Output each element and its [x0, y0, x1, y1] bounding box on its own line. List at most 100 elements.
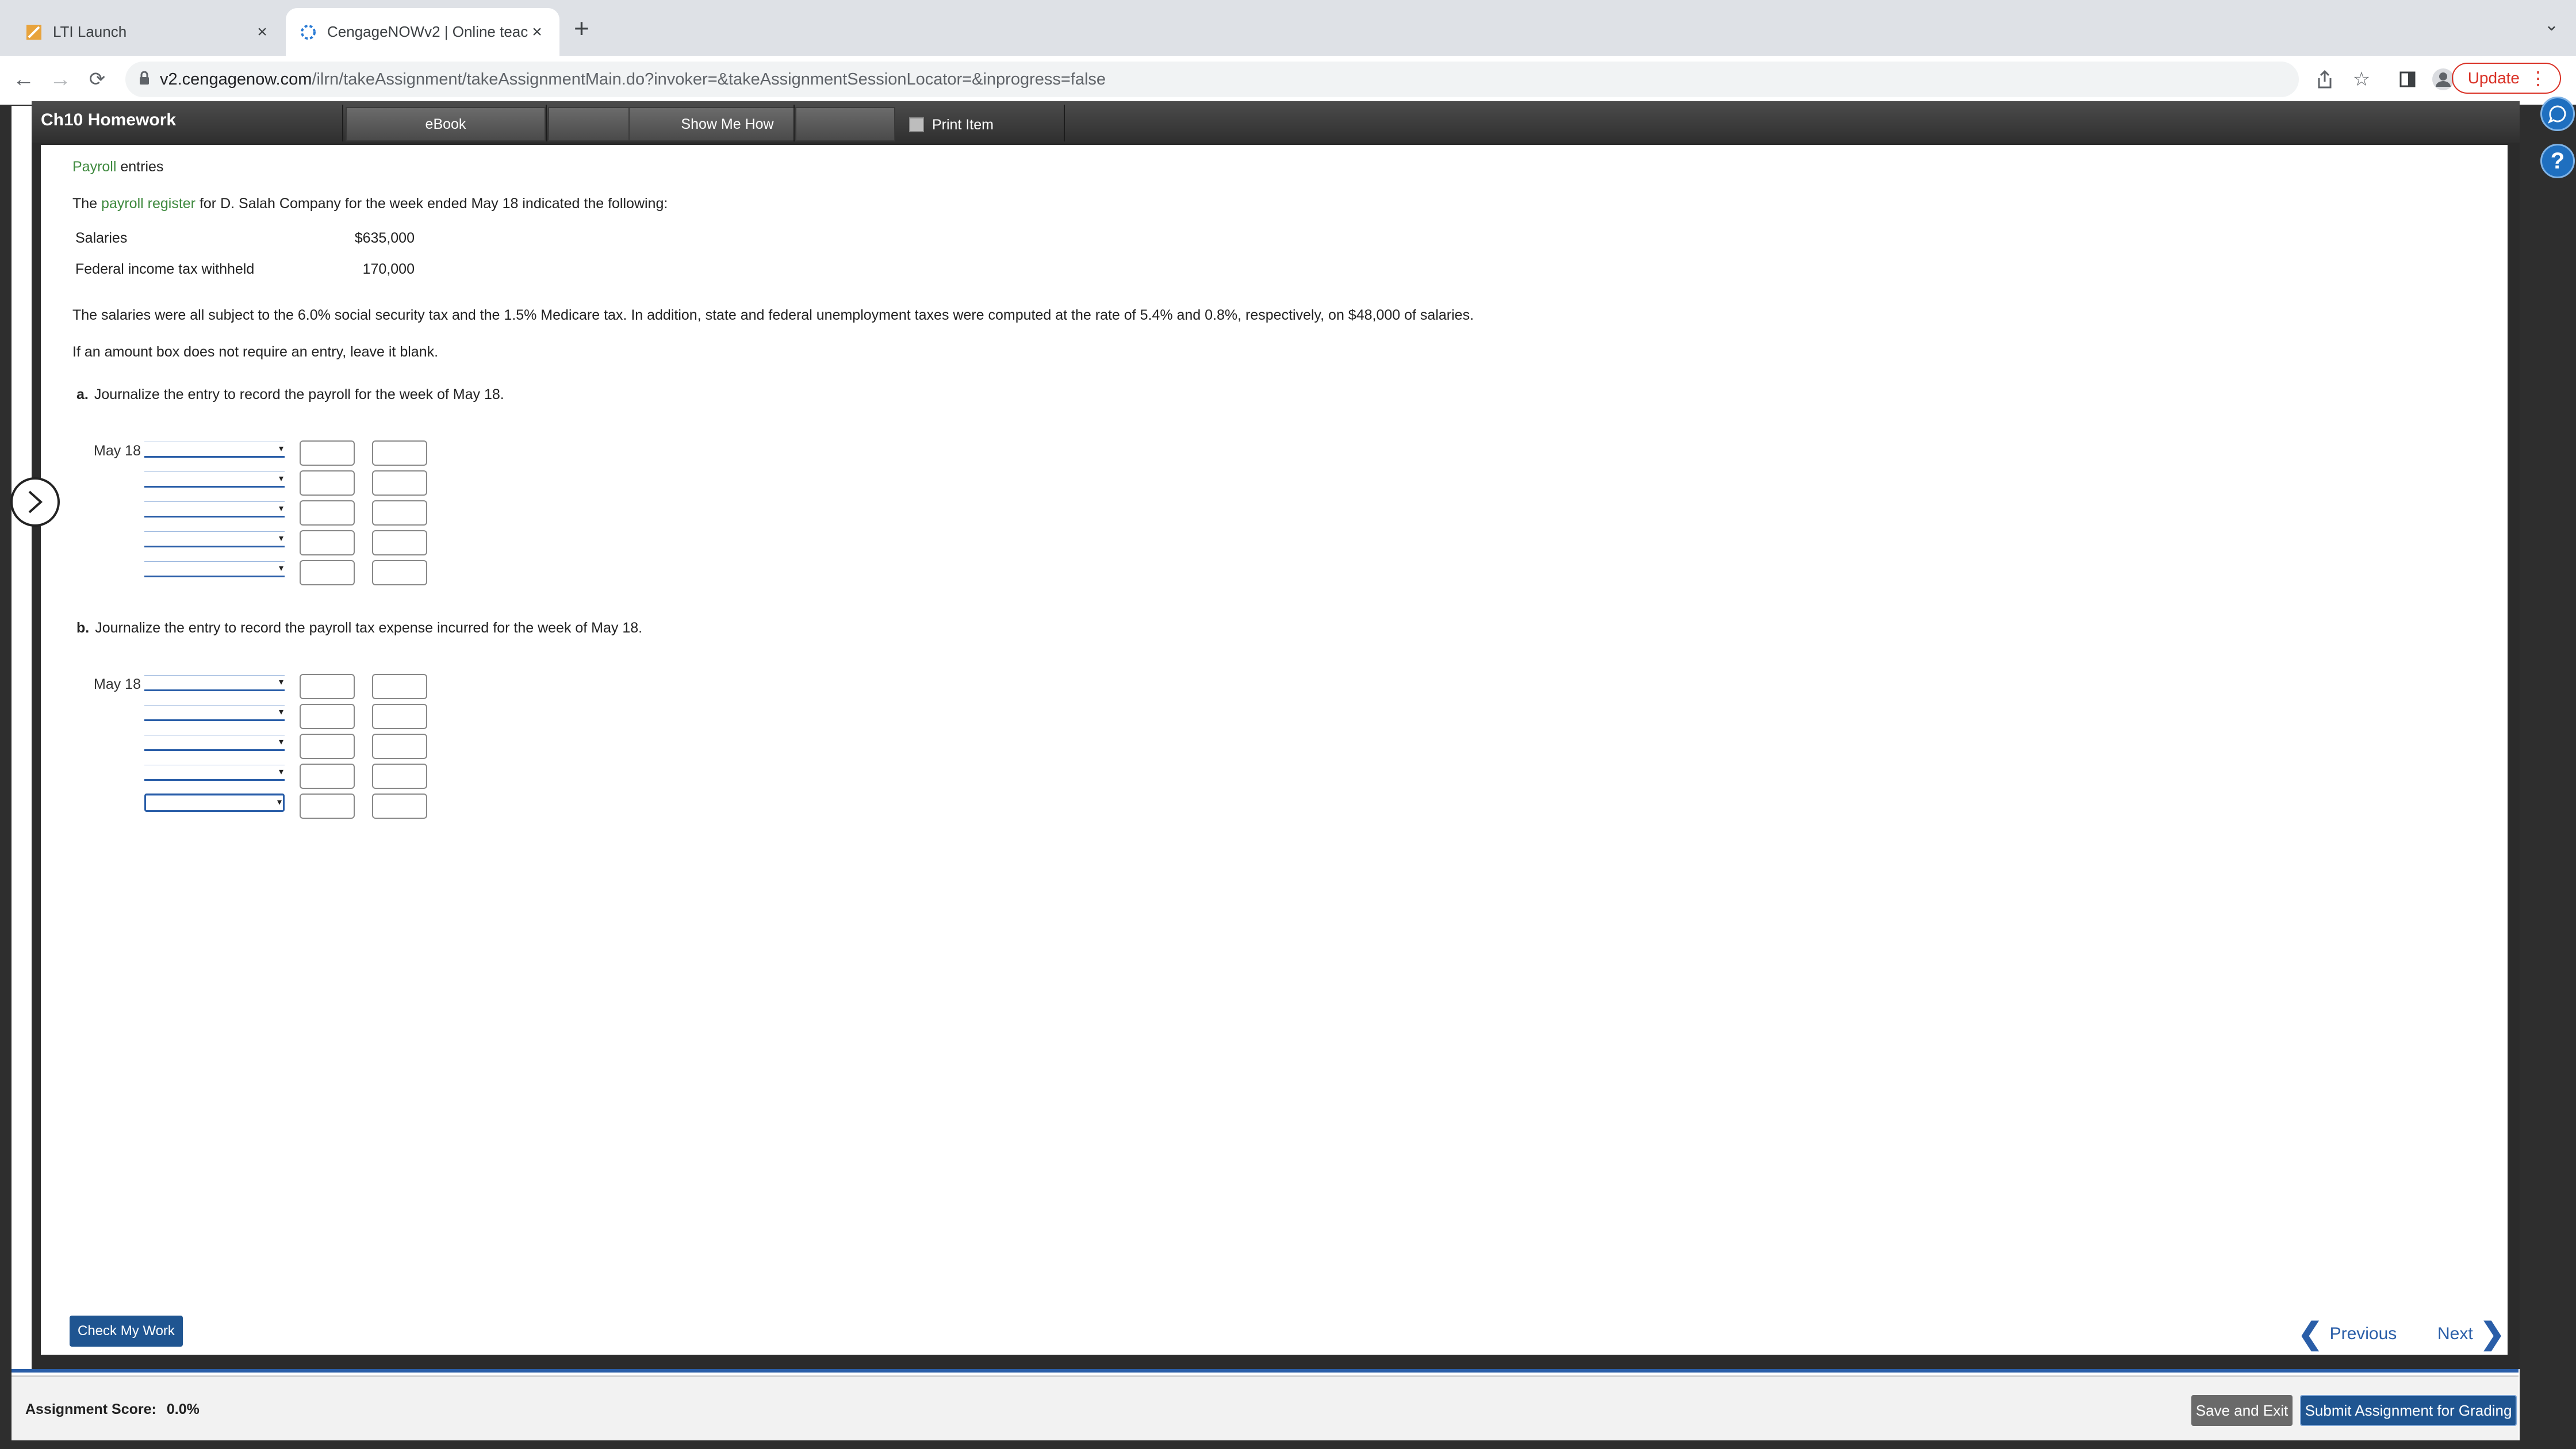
part-a-question: a. Journalize the entry to record the pay…: [76, 386, 504, 403]
tab-close-icon[interactable]: ×: [254, 22, 271, 42]
part-a-account-select[interactable]: ▾: [144, 471, 285, 488]
progress-line: [12, 1369, 2518, 1373]
empty-header-button[interactable]: [795, 107, 895, 141]
part-b-debit-input[interactable]: [300, 793, 355, 819]
part-a-credit-input[interactable]: [372, 530, 427, 555]
part-b-account-select[interactable]: ▾: [144, 793, 285, 812]
lti-favicon-icon: [25, 24, 43, 41]
part-b-date: May 18: [94, 676, 141, 692]
page-right-rail: [2520, 105, 2576, 1449]
part-a-credit-input[interactable]: [372, 440, 427, 466]
dropdown-arrow-icon: ▾: [278, 767, 283, 777]
header-divider: [546, 105, 547, 141]
part-b-letter: b.: [76, 620, 90, 636]
part-a-account-select[interactable]: ▾: [144, 531, 285, 547]
help-question-icon[interactable]: ?: [2540, 144, 2575, 178]
part-b-debit-input[interactable]: [300, 734, 355, 759]
part-a-account-select[interactable]: ▾: [144, 442, 285, 458]
part-b-credit-input[interactable]: [372, 674, 427, 699]
part-a-letter: a.: [76, 386, 89, 402]
dropdown-arrow-icon: ▾: [277, 798, 282, 807]
score-value: 0.0%: [166, 1401, 200, 1417]
payroll-register-link[interactable]: payroll register: [101, 195, 195, 212]
bookmark-star-icon[interactable]: ☆: [2348, 66, 2375, 93]
part-b-account-select[interactable]: ▾: [144, 675, 285, 691]
problem-topic: Payroll entries: [72, 159, 163, 175]
part-b-credit-input[interactable]: [372, 793, 427, 819]
side-panel-icon[interactable]: [2394, 66, 2421, 93]
previous-button[interactable]: ❮ Previous: [2298, 1317, 2397, 1351]
tab-cengage[interactable]: CengageNOWv2 | Online teach ×: [286, 8, 559, 56]
problem-instruction: If an amount box does not require an ent…: [72, 344, 439, 360]
cengage-favicon-icon: [300, 24, 317, 41]
header-divider: [1064, 105, 1065, 141]
salaries-amount: $635,000: [354, 230, 415, 246]
tab-search-chevron-icon[interactable]: ⌄: [2544, 15, 2559, 35]
part-a-debit-input[interactable]: [300, 560, 355, 585]
expand-panel-toggle[interactable]: [10, 477, 60, 527]
topic-rest: entries: [120, 159, 164, 175]
part-b-account-select[interactable]: ▾: [144, 735, 285, 751]
part-a-credit-input[interactable]: [372, 500, 427, 526]
share-icon[interactable]: [2312, 66, 2338, 93]
part-b-question: b. Journalize the entry to record the pay…: [76, 620, 642, 637]
next-label: Next: [2437, 1324, 2473, 1343]
part-b-credit-input[interactable]: [372, 734, 427, 759]
print-item-toggle[interactable]: Print Item: [909, 109, 994, 140]
problem-details: The salaries were all subject to the 6.0…: [72, 307, 1474, 323]
part-b-account-select[interactable]: ▾: [144, 765, 285, 781]
dropdown-arrow-icon: ▾: [278, 677, 283, 687]
back-arrow-icon[interactable]: ←: [8, 64, 39, 95]
reload-icon[interactable]: ⟳: [82, 64, 113, 95]
lock-icon: [139, 71, 150, 88]
part-b-debit-input[interactable]: [300, 704, 355, 729]
print-item-checkbox[interactable]: [909, 117, 924, 132]
tab-close-icon[interactable]: ×: [528, 22, 546, 42]
part-b-debit-input[interactable]: [300, 764, 355, 789]
assignment-window: Ch10 Homework eBook Show Me How Print It…: [32, 101, 2520, 1369]
dropdown-arrow-icon: ▾: [278, 564, 283, 573]
url-text: v2.cengagenow.com/ilrn/takeAssignment/ta…: [160, 70, 1106, 89]
print-item-label: Print Item: [932, 116, 994, 133]
part-b-credit-input[interactable]: [372, 704, 427, 729]
chevron-right-icon: [28, 490, 43, 513]
part-a-debit-input[interactable]: [300, 470, 355, 496]
part-b-credit-input[interactable]: [372, 764, 427, 789]
tab-lti-launch[interactable]: LTI Launch ×: [12, 8, 285, 56]
chat-support-icon[interactable]: [2540, 97, 2575, 131]
assignment-score: Assignment Score: 0.0%: [25, 1401, 200, 1418]
address-bar[interactable]: v2.cengagenow.com/ilrn/takeAssignment/ta…: [125, 62, 2299, 97]
part-a-account-select[interactable]: ▾: [144, 501, 285, 518]
part-b-text: Journalize the entry to record the payro…: [95, 620, 643, 636]
ebook-button[interactable]: eBook: [346, 107, 546, 141]
part-b-account-select[interactable]: ▾: [144, 705, 285, 721]
topic-link[interactable]: Payroll: [72, 159, 116, 175]
update-button[interactable]: Update ⋮: [2451, 63, 2561, 94]
browser-tab-strip: LTI Launch × CengageNOWv2 | Online teach…: [0, 0, 2576, 56]
url-path: /ilrn/takeAssignment/takeAssignmentMain.…: [312, 70, 1106, 89]
tab-title: LTI Launch: [53, 23, 127, 40]
next-button[interactable]: Next ❯: [2437, 1317, 2505, 1351]
menu-dots-icon: ⋮: [2529, 68, 2547, 89]
forward-arrow-icon[interactable]: →: [45, 64, 76, 95]
page-bottom-edge: [0, 1440, 2576, 1449]
part-a-debit-input[interactable]: [300, 440, 355, 466]
part-a-debit-input[interactable]: [300, 530, 355, 555]
dropdown-arrow-icon: ▾: [278, 737, 283, 747]
question-nav-bar: Check My Work ❮ Previous Next ❯: [41, 1298, 2508, 1355]
update-label: Update: [2467, 69, 2520, 87]
part-a-date: May 18: [94, 443, 141, 459]
dropdown-arrow-icon: ▾: [278, 534, 283, 543]
submit-assignment-button[interactable]: Submit Assignment for Grading: [2300, 1395, 2517, 1426]
part-a-credit-input[interactable]: [372, 560, 427, 585]
check-my-work-button[interactable]: Check My Work: [70, 1316, 183, 1347]
salaries-label: Salaries: [75, 230, 128, 246]
new-tab-plus-icon[interactable]: +: [574, 13, 589, 44]
part-a-credit-input[interactable]: [372, 470, 427, 496]
part-a-account-select[interactable]: ▾: [144, 561, 285, 577]
part-b-debit-input[interactable]: [300, 674, 355, 699]
save-and-exit-button[interactable]: Save and Exit: [2191, 1395, 2293, 1426]
part-a-debit-input[interactable]: [300, 500, 355, 526]
intro-pre: The: [72, 195, 98, 212]
assignment-header: Ch10 Homework eBook Show Me How Print It…: [32, 101, 2520, 143]
